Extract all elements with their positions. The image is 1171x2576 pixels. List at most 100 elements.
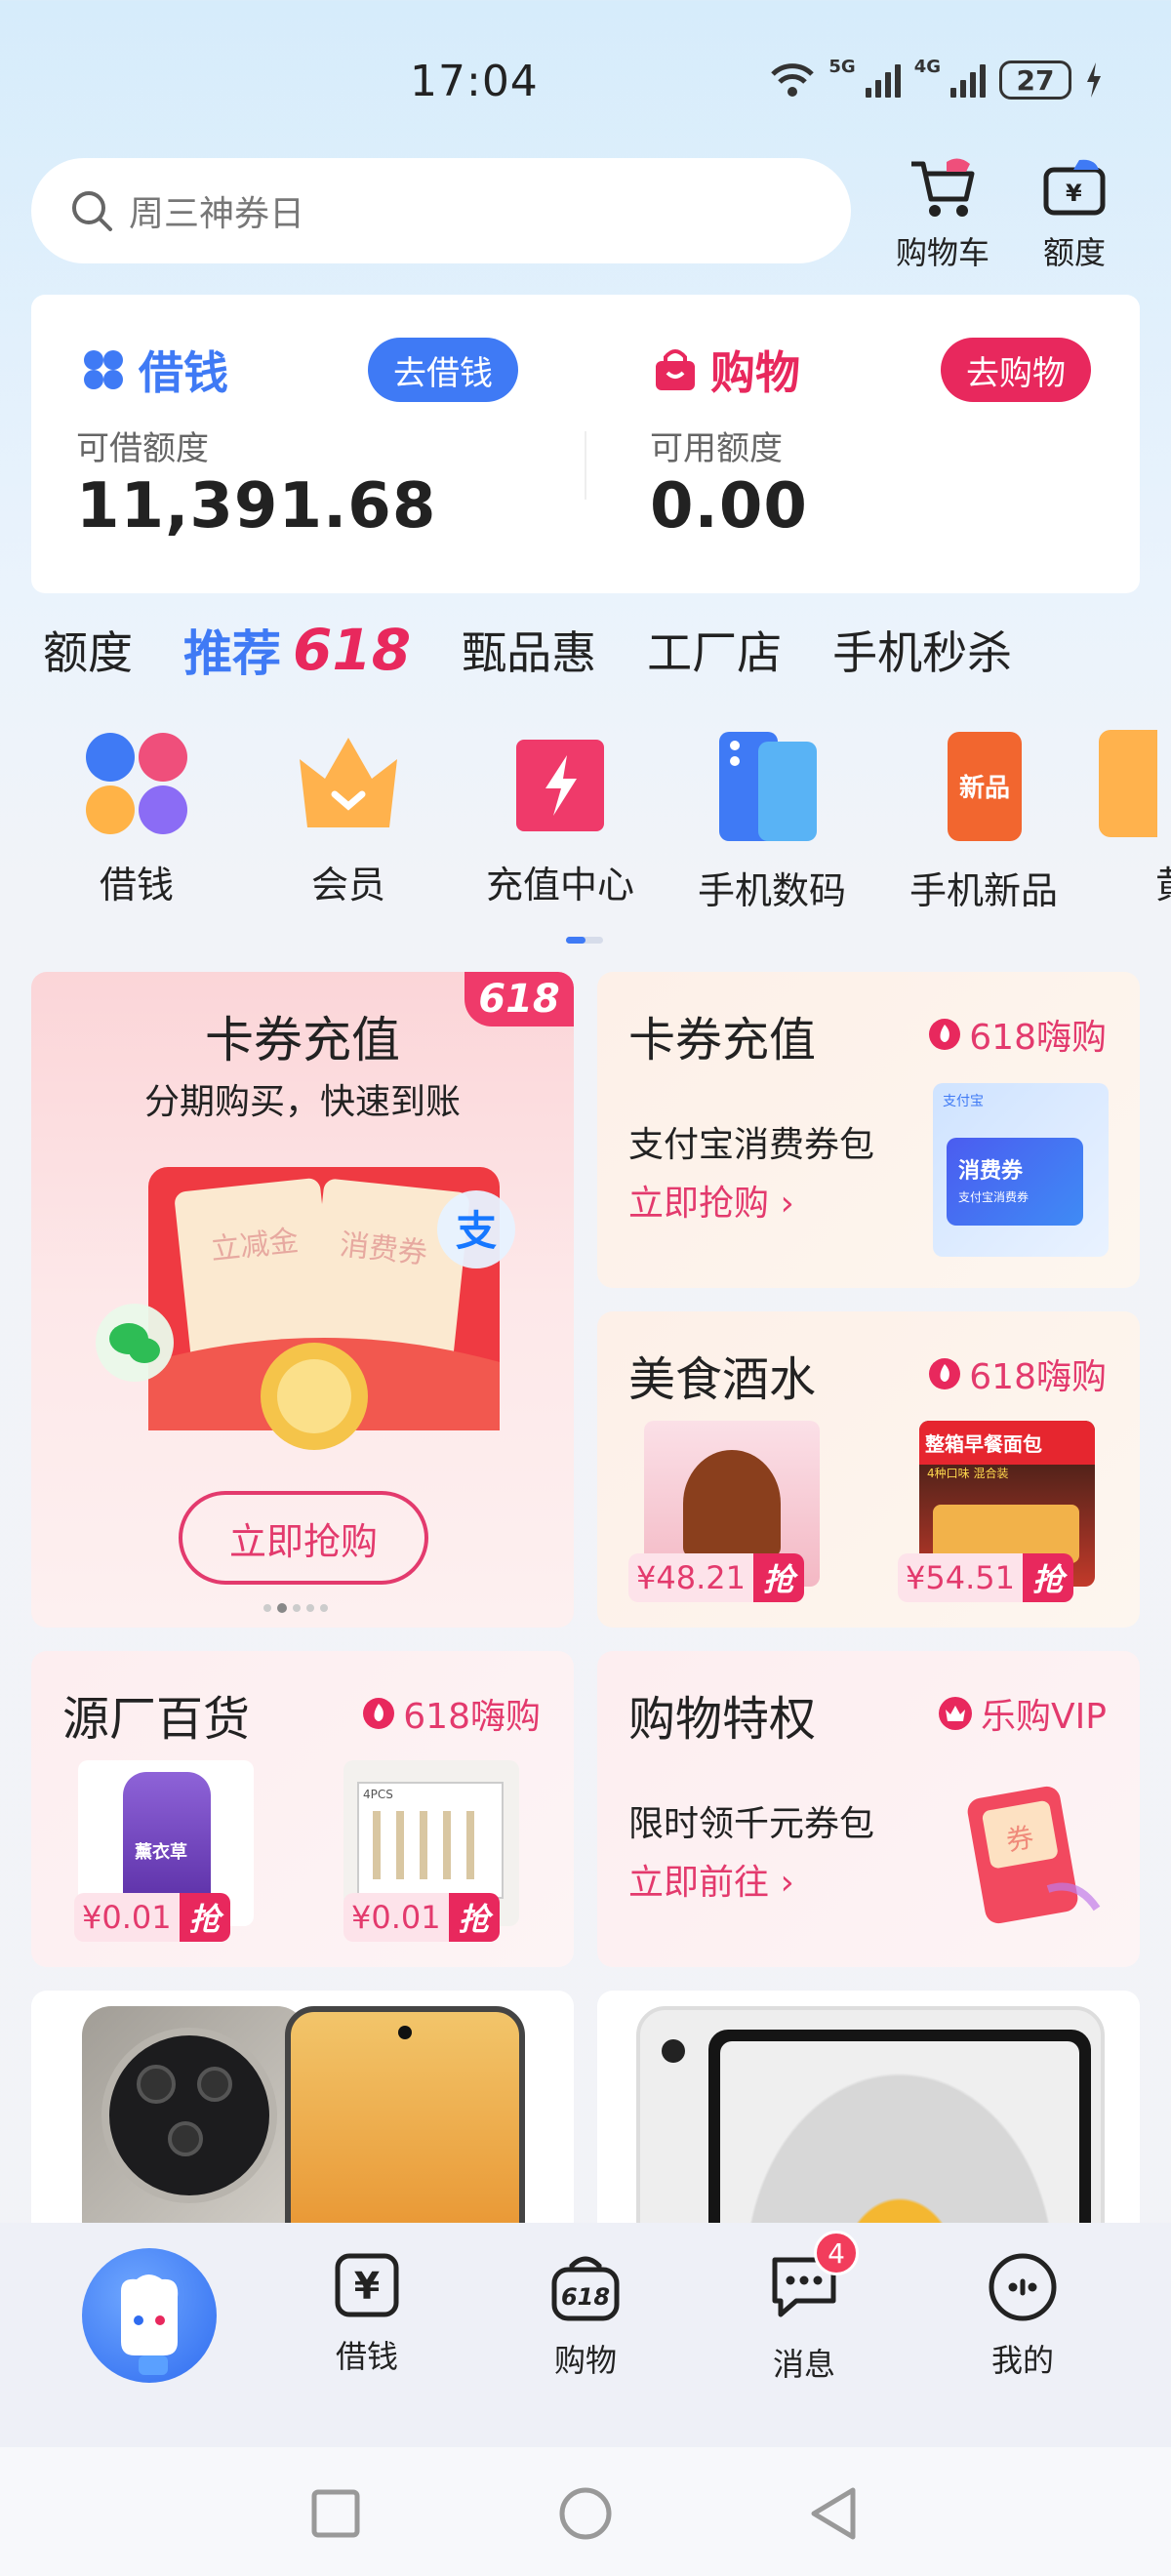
signal-icon (865, 62, 901, 98)
promo-title: 美食酒水 (628, 1352, 817, 1407)
carousel-dot (306, 1604, 314, 1612)
partial-category-icon (1099, 730, 1157, 837)
coupon-glyph: 券 (1003, 1821, 1035, 1857)
promo-recharge-banner[interactable]: 618 卡券充值 分期购买，快速到账 立减金 消费券 支 立即抢购 (31, 972, 574, 1628)
product-card-tablet[interactable] (597, 1991, 1140, 2244)
go-shop-button[interactable]: 去购物 (941, 338, 1091, 402)
home-mascot-button[interactable] (82, 2248, 217, 2383)
product-item[interactable]: ¥48.21 抢 (628, 1421, 839, 1602)
618-hi-buy-tag: 618嗨购 (928, 1009, 1107, 1060)
search-placeholder: 周三神券日 (129, 194, 305, 234)
profile-chat-icon (989, 2253, 1057, 2321)
fire-icon (929, 1019, 961, 1050)
card-divider (585, 431, 586, 500)
loan-quota-label: 可借额度 (76, 429, 209, 468)
tab-quota[interactable]: 额度 (43, 618, 133, 682)
price: ¥54.51 (898, 1553, 1023, 1602)
shop-quota-value: 0.00 (650, 470, 808, 543)
recent-apps-icon[interactable] (308, 2486, 363, 2541)
message-icon-wrap: 4 (767, 2231, 859, 2328)
shop-title-row[interactable]: 购物 (654, 338, 800, 402)
mascot-icon (121, 2274, 179, 2375)
home-circle-icon[interactable] (556, 2484, 615, 2543)
promo-vip-card[interactable]: 购物特权 乐购VIP 限时领千元券包 立即前往 › 券 (597, 1651, 1140, 1967)
go-now-link[interactable]: 立即前往 › (628, 1854, 794, 1905)
category-digital[interactable]: 手机数码 (674, 730, 869, 914)
loan-quota-value: 11,391.68 (76, 470, 437, 543)
tab-phone-flash[interactable]: 手机秒杀 (832, 618, 1012, 682)
phone-front-image (285, 2006, 525, 2244)
category-new-phone[interactable]: 新品 手机新品 (886, 730, 1081, 914)
product-item[interactable]: 薰衣草 ¥0.01 抢 (74, 1760, 285, 1942)
category-label: 手机新品 (909, 869, 1058, 912)
tab-factory[interactable]: 工厂店 (647, 618, 782, 682)
loan-nav-icon: ¥ (335, 2253, 399, 2317)
price: ¥0.01 (74, 1893, 180, 1942)
status-time: 17:04 (410, 57, 539, 106)
bread-image-sub: 4种口味 混合装 (927, 1467, 1009, 1480)
loan-title-row[interactable]: 借钱 (82, 338, 228, 402)
alipay-voucher-image: 支付宝 消费券 支付宝消费券 (933, 1083, 1109, 1257)
tag-text: 618嗨购 (403, 1697, 541, 1737)
status-icons: 5G 4G 27 (770, 56, 1103, 100)
shopping-bag-icon (656, 349, 695, 390)
promo-factory-card[interactable]: 源厂百货 618嗨购 薰衣草 ¥0.01 抢 4PCS ¥0.01 抢 (31, 1651, 574, 1967)
category-label: 黄 (1155, 855, 1171, 908)
go-loan-button[interactable]: 去借钱 (368, 338, 518, 402)
grab-now-link[interactable]: 立即抢购 › (628, 1175, 794, 1226)
nav-messages[interactable]: 4 消息 (746, 2231, 863, 2385)
category-tabs: 额度 推荐 618 甄品惠 工厂店 手机秒杀 (43, 615, 1012, 685)
fire-icon (363, 1698, 395, 1729)
new-phone-icon: 新品 (948, 732, 1022, 841)
nav-shop[interactable]: 618 购物 (527, 2250, 644, 2381)
nav-loan[interactable]: ¥ 借钱 (308, 2250, 425, 2377)
category-member[interactable]: 会员 (251, 730, 446, 908)
category-loan[interactable]: 借钱 (39, 730, 234, 908)
voucher-sub: 支付宝消费券 (958, 1190, 1030, 1204)
product-item[interactable]: 整箱早餐面包 4种口味 混合装 ¥54.51 抢 (898, 1421, 1109, 1602)
price: ¥0.01 (343, 1893, 449, 1942)
cart-button[interactable]: 购物车 (896, 156, 989, 273)
detergent-label: 薰衣草 (135, 1842, 187, 1863)
carousel-dots (263, 1603, 328, 1613)
promo-recharge-card[interactable]: 卡券充值 618嗨购 支付宝消费券包 立即抢购 › 支付宝 消费券 支付宝消费券 (597, 972, 1140, 1288)
wallet-yen-glyph: ¥ (1066, 180, 1082, 207)
clover-icon (84, 350, 123, 389)
nav-mine[interactable]: 我的 (964, 2250, 1081, 2381)
nav-label: 我的 (990, 2342, 1054, 2379)
wallet-icon: ¥ (1043, 159, 1106, 216)
category-label: 手机数码 (697, 869, 846, 912)
carousel-dot-active (277, 1603, 287, 1613)
quota-label: 额度 (1042, 234, 1106, 271)
product-item[interactable]: 4PCS ¥0.01 抢 (343, 1760, 554, 1942)
bread-image-title: 整箱早餐面包 (919, 1421, 1095, 1465)
brush-pack-label: 4PCS (363, 1788, 393, 1801)
promo-title: 卡券充值 (205, 1012, 400, 1068)
back-triangle-icon[interactable] (806, 2484, 861, 2543)
promo-subtitle: 分期购买，快速到账 (143, 1082, 461, 1122)
category-label: 充值中心 (485, 864, 634, 906)
product-card-phone[interactable] (31, 1991, 574, 2244)
quota-button[interactable]: ¥ 额度 (1040, 156, 1109, 273)
price-tag: ¥48.21 抢 (628, 1553, 804, 1602)
tab-recommend[interactable]: 推荐 (183, 615, 281, 685)
grab-now-button[interactable]: 立即抢购 (179, 1491, 428, 1585)
net-5g-label: 5G (828, 56, 856, 77)
grab-label: 抢 (752, 1553, 804, 1602)
promo-title: 源厂百货 (62, 1692, 251, 1747)
shop-618-bag-icon: 618 (551, 2256, 620, 2321)
loan-title: 借钱 (139, 346, 228, 399)
tab-618[interactable]: 618 (293, 617, 411, 683)
phone-icon (719, 732, 817, 841)
shop-quota-label: 可用额度 (650, 429, 783, 468)
category-partial[interactable]: 黄 (1099, 730, 1171, 908)
image-caption: 支付宝 (943, 1094, 984, 1109)
price: ¥48.21 (628, 1553, 753, 1602)
coupon-envelope-illustration: 券 (967, 1786, 1101, 1924)
tab-premium[interactable]: 甄品惠 (462, 618, 596, 682)
lightning-icon (516, 740, 604, 831)
category-recharge[interactable]: 充值中心 (463, 730, 658, 908)
search-bar[interactable]: 周三神券日 (31, 158, 851, 263)
promo-food-card[interactable]: 美食酒水 618嗨购 ¥48.21 抢 整箱早餐面包 4种口味 混合装 ¥54.5… (597, 1311, 1140, 1628)
alipay-logo-glyph: 支 (456, 1207, 497, 1255)
